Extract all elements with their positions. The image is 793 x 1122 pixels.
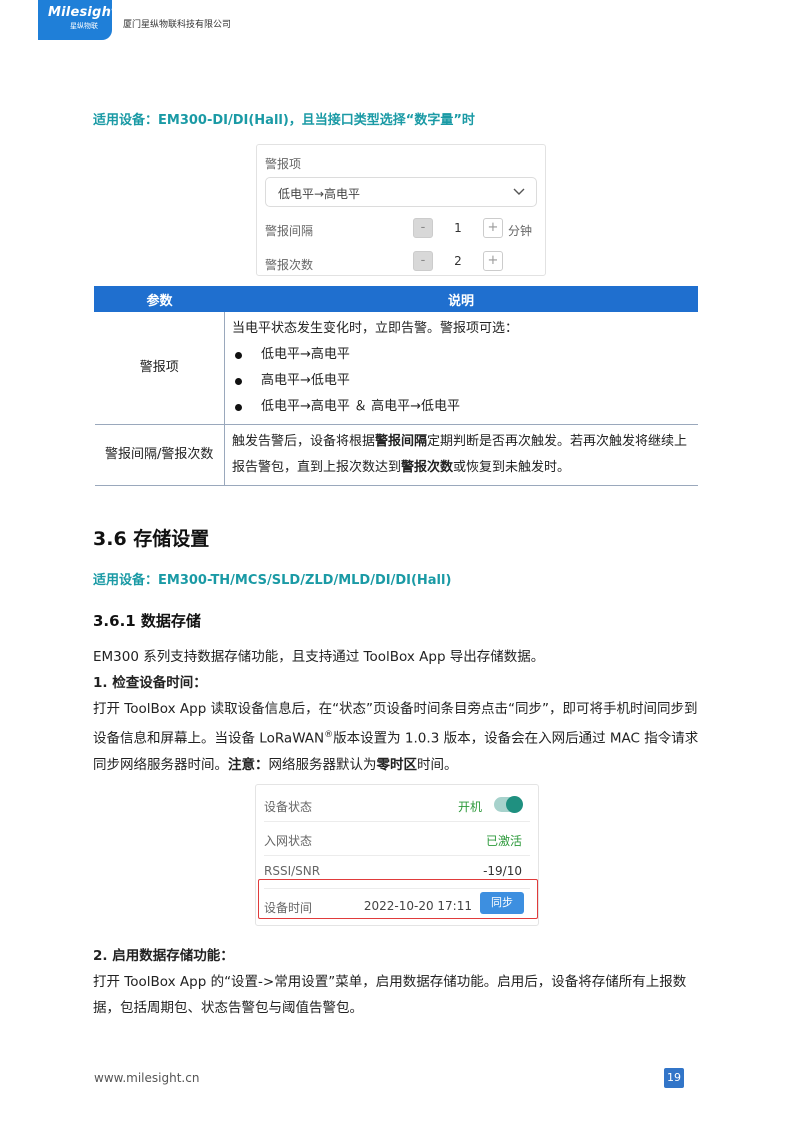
alarm-option-3: 低电平→高电平 ＆ 高电平→低电平 xyxy=(261,399,461,414)
storage-intro: EM300 系列支持数据存储功能，且支持通过 ToolBox App 导出存储数… xyxy=(93,649,545,665)
bullet-icon xyxy=(235,403,242,411)
toggle-knob xyxy=(506,796,523,813)
desc-alarm-intro: 当电平状态发生变化时，立即告警。警报项可选： xyxy=(232,321,519,336)
device-status-value: 开机 xyxy=(457,800,482,814)
desc-text: 触发告警后，设备将根据 xyxy=(232,434,376,449)
step2-text: 打开 ToolBox App 的“设置->常用设置”菜单，启用数据存储功能。启用… xyxy=(93,974,687,1016)
alarm-option-1: 低电平→高电平 xyxy=(261,347,350,362)
page-number: 19 xyxy=(664,1068,684,1088)
alarm-settings-panel: 警报项 低电平→高电平 警报间隔 - 1 + 分钟 警报次数 - 2 + xyxy=(256,144,546,276)
step1-text-d: 时间。 xyxy=(417,756,458,773)
interval-decrement-button[interactable]: - xyxy=(413,218,433,238)
alarm-interval-label: 警报间隔 xyxy=(265,224,314,238)
applicable-devices-di: 适用设备：EM300-DI/DI(Hall)，且当接口类型选择“数字量”时 xyxy=(93,113,475,128)
logo-sub: 星纵物联 xyxy=(70,22,98,30)
sync-button[interactable]: 同步 xyxy=(480,892,524,914)
parameter-table: 参数 说明 警报项 当电平状态发生变化时，立即告警。警报项可选： 低电平→高电平… xyxy=(94,286,698,486)
count-increment-button[interactable]: + xyxy=(483,251,503,271)
step1-title: 1. 检查设备时间： xyxy=(93,675,207,691)
alarm-item-value: 低电平→高电平 xyxy=(278,187,361,201)
rssi-value: -19/10 xyxy=(483,864,522,878)
step1-text: 打开 ToolBox App 读取设备信息后，在“状态”页设备时间条目旁点击“同… xyxy=(93,696,705,778)
step1-note-label: 注意： xyxy=(228,756,269,773)
status-row-network: 入网状态 已激活 xyxy=(256,821,538,855)
alarm-count-label: 警报次数 xyxy=(265,258,314,272)
power-toggle[interactable] xyxy=(494,796,523,813)
alarm-option-2: 高电平→低电平 xyxy=(261,373,350,388)
desc-text: 或恢复到未触发时。 xyxy=(453,460,571,475)
section-heading-storage: 3.6 存储设置 xyxy=(93,528,210,550)
table-row: 警报项 当电平状态发生变化时，立即告警。警报项可选： 低电平→高电平 高电平→低… xyxy=(94,311,698,425)
rssi-label: RSSI/SNR xyxy=(264,864,321,878)
chevron-down-icon xyxy=(513,188,525,195)
company-logo: Milesight 星纵物联 xyxy=(38,0,118,40)
alarm-item-label: 警报项 xyxy=(265,157,302,171)
step2-title: 2. 启用数据存储功能： xyxy=(93,948,234,964)
param-alarm-interval-count: 警报间隔/警报次数 xyxy=(94,424,225,486)
network-status-label: 入网状态 xyxy=(264,834,313,848)
list-item: 高电平→低电平 xyxy=(232,368,690,394)
desc-bold-count: 警报次数 xyxy=(401,460,454,475)
bullet-icon xyxy=(235,351,242,359)
table-header-row: 参数 说明 xyxy=(94,286,698,312)
footer-url: www.milesight.cn xyxy=(94,1071,200,1085)
interval-increment-button[interactable]: + xyxy=(483,218,503,238)
desc-bold-interval: 警报间隔 xyxy=(375,434,428,449)
desc-alarm-item: 当电平状态发生变化时，立即告警。警报项可选： 低电平→高电平 高电平→低电平 低… xyxy=(224,311,698,425)
table-header-param: 参数 xyxy=(94,286,225,312)
interval-unit: 分钟 xyxy=(508,224,533,238)
applicable-devices-storage: 适用设备：EM300-TH/MCS/SLD/ZLD/MLD/DI/DI(Hall… xyxy=(93,573,452,588)
count-decrement-button[interactable]: - xyxy=(413,251,433,271)
table-row: 警报间隔/警报次数 触发告警后，设备将根据警报间隔定期判断是否再次触发。若再次触… xyxy=(94,424,698,486)
sub-heading-data-storage: 3.6.1 数据存储 xyxy=(93,612,201,630)
desc-alarm-interval-count: 触发告警后，设备将根据警报间隔定期判断是否再次触发。若再次触发将继续上报告警包，… xyxy=(224,424,698,486)
count-value: 2 xyxy=(454,254,462,268)
param-alarm-item: 警报项 xyxy=(94,311,225,425)
network-status-value: 已激活 xyxy=(485,834,522,848)
logo-name: Milesight xyxy=(48,5,118,20)
step1-timezone: 零时区 xyxy=(376,756,418,773)
device-status-label: 设备状态 xyxy=(264,800,313,814)
registered-mark: ® xyxy=(324,730,334,740)
bullet-icon xyxy=(235,377,242,385)
company-name: 厦门星纵物联科技有限公司 xyxy=(123,20,232,30)
list-item: 低电平→高电平 xyxy=(232,342,690,368)
status-row-device: 设备状态 开机 xyxy=(256,787,538,821)
step1-text-c: 网络服务器默认为 xyxy=(268,756,377,773)
alarm-item-select[interactable]: 低电平→高电平 xyxy=(265,177,537,207)
interval-value: 1 xyxy=(454,221,462,235)
table-header-desc: 说明 xyxy=(224,286,698,312)
list-item: 低电平→高电平 ＆ 高电平→低电平 xyxy=(232,394,690,420)
